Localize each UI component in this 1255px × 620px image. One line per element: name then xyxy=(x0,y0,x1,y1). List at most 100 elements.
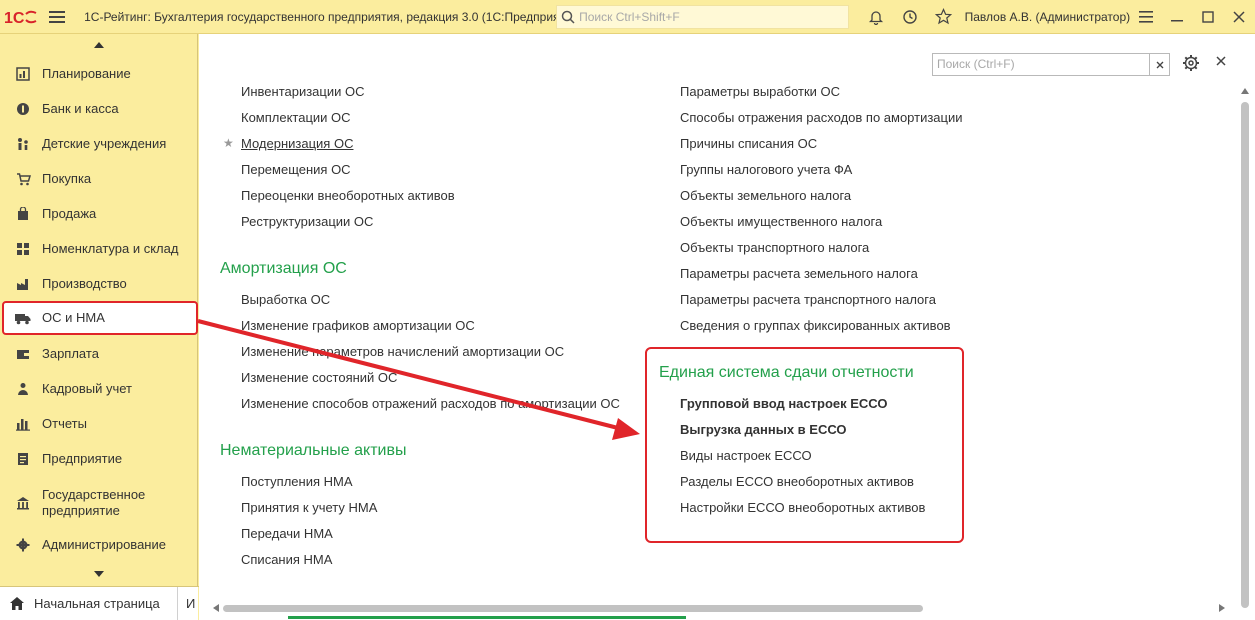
sidebar-item-label: Зарплата xyxy=(42,346,99,361)
link-restructuring-os[interactable]: Реструктуризации ОС xyxy=(241,214,373,229)
link-nma-transfers[interactable]: Передачи НМА xyxy=(241,526,333,541)
link-land-tax-objects[interactable]: Объекты земельного налога xyxy=(680,188,851,203)
link-inventory-os[interactable]: Инвентаризации ОС xyxy=(241,84,365,99)
section-title-esso: Единая система сдачи отчетности xyxy=(659,364,914,381)
sidebar-item-label: Кадровый учет xyxy=(42,381,132,396)
horizontal-scrollbar[interactable] xyxy=(213,602,1243,614)
link-esso-group-input[interactable]: Групповой ввод настроек ЕССО xyxy=(680,396,887,411)
sidebar-item-purchase[interactable]: Покупка xyxy=(4,162,196,196)
link-movement-os[interactable]: Перемещения ОС xyxy=(241,162,351,177)
link-nma-writeoffs[interactable]: Списания НМА xyxy=(241,552,332,567)
global-search-input[interactable]: Поиск Ctrl+Shift+F xyxy=(556,4,849,29)
sidebar-item-label: Продажа xyxy=(42,206,97,221)
people-icon xyxy=(4,137,42,151)
link-esso-setting-types[interactable]: Виды настроек ЕССО xyxy=(680,448,812,463)
sidebar-item-nomenclature[interactable]: Номенклатура и склад xyxy=(4,232,196,266)
panel-search-placeholder: Поиск (Ctrl+F) xyxy=(937,57,1015,71)
chart-icon xyxy=(4,67,42,81)
minimize-icon[interactable] xyxy=(1161,0,1192,34)
link-fixed-asset-groups-info[interactable]: Сведения о группах фиксированных активов xyxy=(680,318,951,333)
bell-icon[interactable] xyxy=(859,0,893,34)
home-icon xyxy=(10,597,24,610)
active-tab-indicator xyxy=(288,616,686,619)
link-amort-params[interactable]: Изменение параметров начислений амортиза… xyxy=(241,344,564,359)
link-nma-receipts[interactable]: Поступления НМА xyxy=(241,474,353,489)
sidebar-item-salary[interactable]: Зарплата xyxy=(4,337,196,371)
sidebar-item-label: Производство xyxy=(42,276,127,291)
svg-text:1С: 1С xyxy=(4,10,25,26)
sidebar-item-planning[interactable]: Планирование xyxy=(4,57,196,91)
favorite-star-icon[interactable]: ★ xyxy=(223,136,234,150)
scroll-up-icon[interactable] xyxy=(0,34,197,56)
link-amort-output[interactable]: Выработка ОС xyxy=(241,292,330,307)
sidebar-item-state-enterprise[interactable]: Государственное предприятие xyxy=(4,485,196,521)
user-name[interactable]: Павлов А.В. (Администратор) xyxy=(965,10,1131,24)
link-output-params[interactable]: Параметры выработки ОС xyxy=(680,84,840,99)
link-amort-schedule[interactable]: Изменение графиков амортизации ОС xyxy=(241,318,475,333)
bag-icon xyxy=(4,207,42,221)
link-revaluation[interactable]: Переоценки внеоборотных активов xyxy=(241,188,455,203)
sidebar-item-fixed-assets[interactable]: ОС и НМА xyxy=(2,301,198,335)
panel-search-input[interactable]: Поиск (Ctrl+F) xyxy=(932,53,1170,76)
sidebar-item-sales[interactable]: Продажа xyxy=(4,197,196,231)
gear-icon xyxy=(4,538,42,552)
star-icon[interactable] xyxy=(927,0,961,34)
truck-icon xyxy=(4,312,42,325)
section-title-amortization: Амортизация ОС xyxy=(220,260,347,277)
link-amort-expense-methods[interactable]: Изменение способов отражений расходов по… xyxy=(241,396,620,411)
link-amort-reflection-methods[interactable]: Способы отражения расходов по амортизаци… xyxy=(680,110,963,125)
wallet-icon xyxy=(4,347,42,361)
building-icon xyxy=(4,496,42,510)
sidebar-item-bank[interactable]: Банк и касса xyxy=(4,92,196,126)
maximize-icon[interactable] xyxy=(1193,0,1224,34)
history-icon[interactable] xyxy=(893,0,927,34)
menu-icon[interactable] xyxy=(43,0,72,34)
scroll-down-icon[interactable] xyxy=(0,563,198,585)
barchart-icon xyxy=(4,417,42,431)
sidebar-item-administration[interactable]: Администрирование xyxy=(4,528,196,562)
sidebar-item-reports[interactable]: Отчеты xyxy=(4,407,196,441)
sidebar-item-hr[interactable]: Кадровый учет xyxy=(4,372,196,406)
sidebar-item-enterprise[interactable]: Предприятие xyxy=(4,442,196,476)
app-title: 1С-Рейтинг: Бухгалтерия государственного… xyxy=(84,9,583,24)
link-os-states[interactable]: Изменение состояний ОС xyxy=(241,370,397,385)
link-nma-acceptance[interactable]: Принятия к учету НМА xyxy=(241,500,377,515)
tab-home[interactable]: Начальная страница xyxy=(0,587,178,620)
clear-search-icon[interactable] xyxy=(1149,54,1169,75)
main-panel: Поиск (Ctrl+F) Инвентаризации ОС Комплек… xyxy=(199,34,1255,620)
section-title-intangibles: Нематериальные активы xyxy=(220,442,407,459)
link-land-tax-params[interactable]: Параметры расчета земельного налога xyxy=(680,266,918,281)
link-modernization-os[interactable]: Модернизация ОС xyxy=(241,136,353,151)
person-icon xyxy=(4,382,42,396)
sections-sidebar: Планирование Банк и касса Детские учрежд… xyxy=(0,34,198,586)
tab-home-label: Начальная страница xyxy=(34,596,160,611)
link-writeoff-reasons[interactable]: Причины списания ОС xyxy=(680,136,817,151)
sidebar-item-label: Планирование xyxy=(42,66,131,81)
link-esso-sections[interactable]: Разделы ЕССО внеоборотных активов xyxy=(680,474,914,489)
coin-icon xyxy=(4,102,42,116)
sidebar-item-label: Предприятие xyxy=(42,451,123,466)
close-window-icon[interactable] xyxy=(1224,0,1255,34)
link-esso-export[interactable]: Выгрузка данных в ЕССО xyxy=(680,422,847,437)
document-icon xyxy=(4,452,42,466)
panel-settings-icon[interactable] xyxy=(1182,54,1200,75)
title-bar: 1С 1С-Рейтинг: Бухгалтерия государственн… xyxy=(0,0,1255,34)
link-completion-os[interactable]: Комплектации ОС xyxy=(241,110,351,125)
sidebar-item-label: Покупка xyxy=(42,171,92,186)
settings-menu-icon[interactable] xyxy=(1130,0,1161,34)
close-panel-icon[interactable] xyxy=(1216,54,1226,69)
link-transport-tax-params[interactable]: Параметры расчета транспортного налога xyxy=(680,292,936,307)
1c-logo-icon[interactable]: 1С xyxy=(0,0,43,34)
sidebar-item-label: Номенклатура и склад xyxy=(42,241,179,256)
tab-second[interactable]: И xyxy=(178,587,198,620)
sidebar-item-kindergartens[interactable]: Детские учреждения xyxy=(4,127,196,161)
sidebar-item-production[interactable]: Производство xyxy=(4,267,196,301)
link-property-tax-objects[interactable]: Объекты имущественного налога xyxy=(680,214,882,229)
link-transport-tax-objects[interactable]: Объекты транспортного налога xyxy=(680,240,869,255)
link-esso-settings[interactable]: Настройки ЕССО внеоборотных активов xyxy=(680,500,925,515)
sidebar-item-label: Детские учреждения xyxy=(42,136,167,151)
cart-icon xyxy=(4,172,42,186)
sidebar-item-label: ОС и НМА xyxy=(42,310,105,325)
vertical-scrollbar[interactable] xyxy=(1239,88,1251,608)
link-tax-groups-fa[interactable]: Группы налогового учета ФА xyxy=(680,162,852,177)
